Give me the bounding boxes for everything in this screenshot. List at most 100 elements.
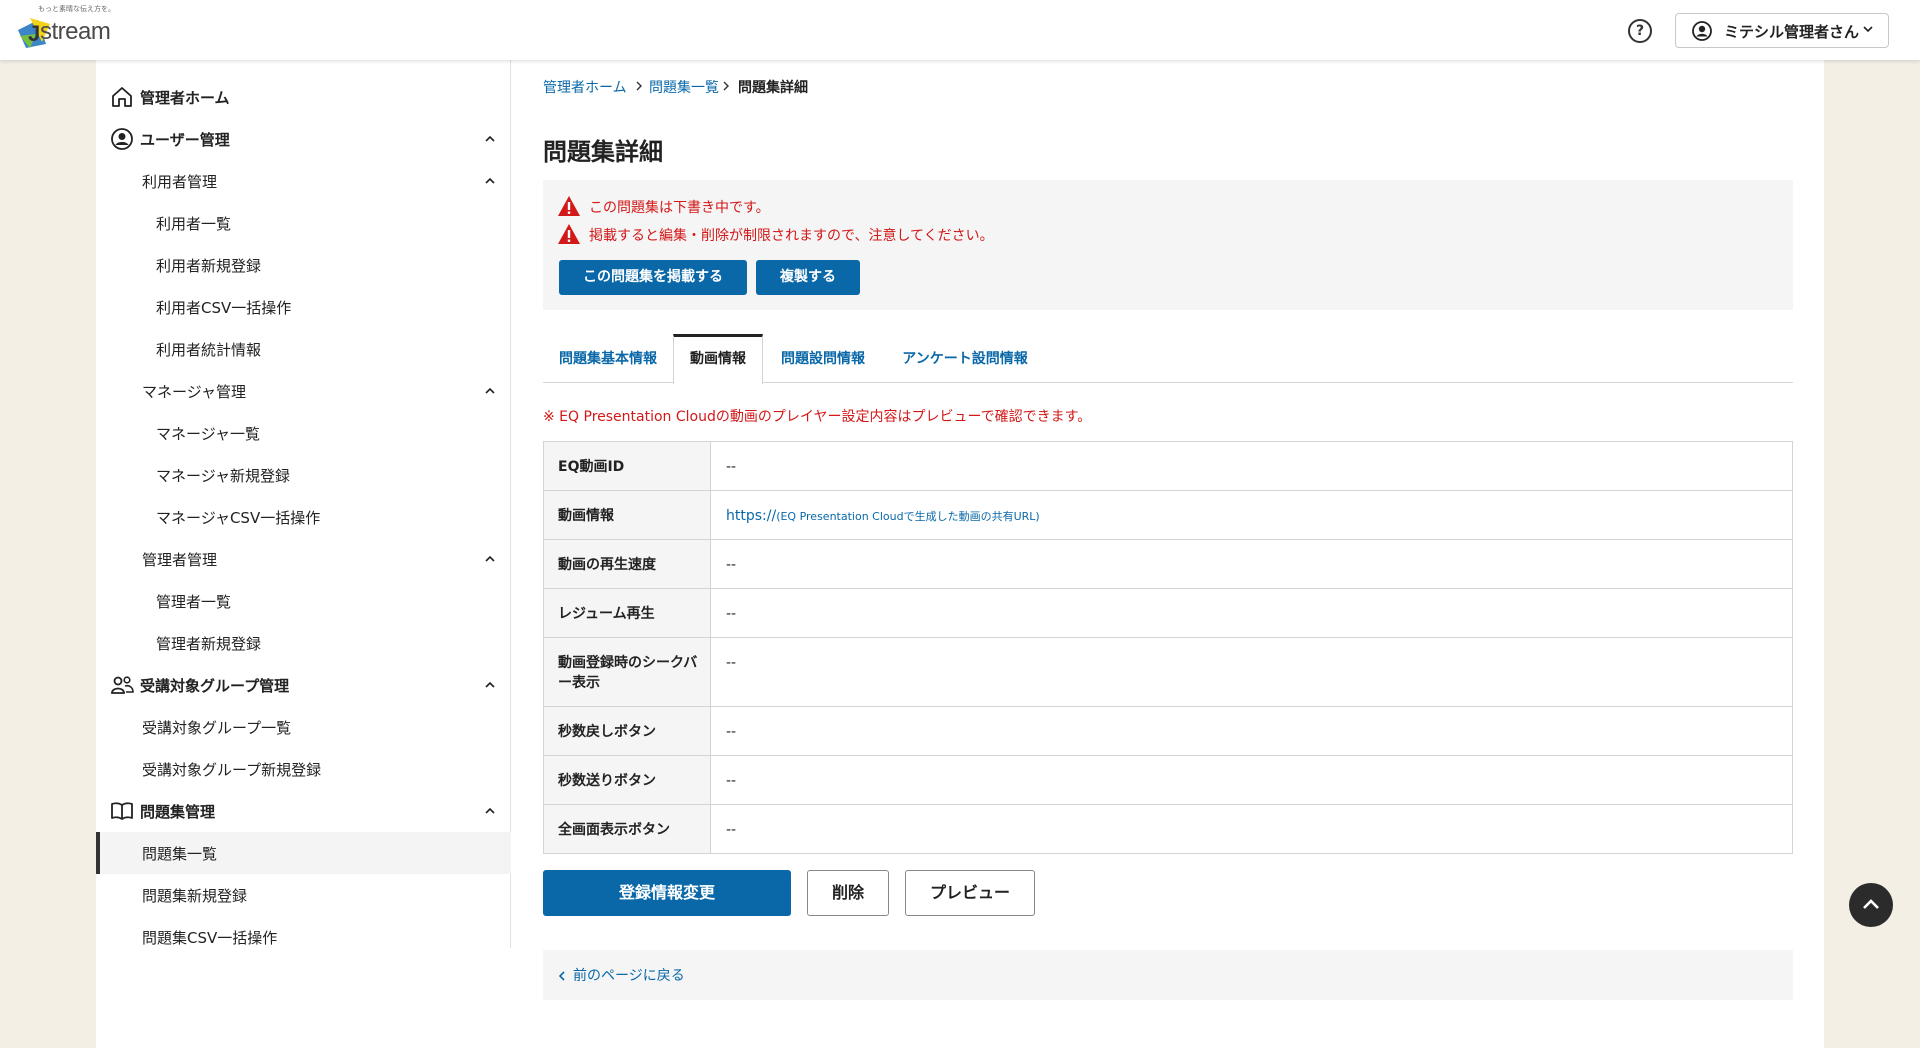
chevron-up-icon	[1863, 899, 1879, 909]
breadcrumb-link-workbook-list[interactable]: 問題集一覧	[649, 77, 719, 97]
sidebar-item-label: マネージャ一覧	[156, 425, 260, 443]
row-value: --	[726, 606, 737, 622]
warning-text: 掲載すると編集・削除が制限されますので、注意してください。	[589, 228, 994, 244]
sidebar-item-user-admin[interactable]: 利用者管理	[96, 160, 511, 202]
sidebar-item-group-new[interactable]: 受講対象グループ新規登録	[96, 748, 511, 790]
duplicate-button[interactable]: 複製する	[756, 260, 860, 295]
sidebar: 管理者ホーム ユーザー管理 利用者管理 利用者一覧 利用者新規登録 利用者CSV…	[96, 60, 511, 948]
row-header: 動画登録時のシークバー表示	[544, 638, 711, 706]
sidebar-item-manager-new[interactable]: マネージャ新規登録	[96, 454, 511, 496]
sidebar-item-label: 利用者管理	[142, 173, 218, 191]
row-value: https://(EQ Presentation Cloudで生成した動画の共有…	[726, 506, 1040, 527]
row-value: --	[726, 655, 737, 671]
row-label: 動画登録時のシークバー表示	[558, 655, 698, 691]
draft-notice: この問題集は下書き中です。 掲載すると編集・削除が制限されますので、注意してくだ…	[543, 180, 1793, 310]
user-circle-icon	[111, 128, 133, 150]
sidebar-item-user-stats[interactable]: 利用者統計情報	[96, 328, 511, 370]
publish-button[interactable]: この問題集を掲載する	[559, 260, 747, 295]
edit-registration-button[interactable]: 登録情報変更	[543, 870, 791, 916]
sidebar-item-user-list[interactable]: 利用者一覧	[96, 202, 511, 244]
chevron-left-icon	[558, 971, 565, 981]
user-menu-button[interactable]: ミテシル管理者さん	[1675, 13, 1889, 48]
warning-icon	[558, 196, 580, 216]
home-icon	[112, 87, 132, 107]
sidebar-item-manager-csv[interactable]: マネージャCSV一括操作	[96, 496, 511, 538]
table-row: レジューム再生 --	[544, 589, 1792, 638]
sidebar-item-workbook-new[interactable]: 問題集新規登録	[96, 874, 511, 916]
table-row: 全画面表示ボタン --	[544, 805, 1792, 853]
row-label: 動画の再生速度	[558, 557, 656, 573]
sidebar-item-user-csv[interactable]: 利用者CSV一括操作	[96, 286, 511, 328]
table-row: 秒数戻しボタン --	[544, 707, 1792, 756]
page-title: 問題集詳細	[543, 138, 663, 166]
row-label: レジューム再生	[558, 606, 655, 622]
chevron-up-icon	[485, 807, 495, 814]
video-url-hint[interactable]: (EQ Presentation Cloudで生成した動画の共有URL)	[776, 510, 1040, 523]
warning-text: この問題集は下書き中です。	[589, 200, 770, 216]
sidebar-item-group-list[interactable]: 受講対象グループ一覧	[96, 706, 511, 748]
row-value: --	[726, 822, 737, 838]
sidebar-item-workbook-csv[interactable]: 問題集CSV一括操作	[96, 916, 511, 958]
sidebar-item-admin-admin[interactable]: 管理者管理	[96, 538, 511, 580]
group-icon	[111, 676, 134, 694]
row-header: レジューム再生	[544, 589, 711, 637]
sidebar-item-admin-list[interactable]: 管理者一覧	[96, 580, 511, 622]
breadcrumb-link-admin-home[interactable]: 管理者ホーム	[543, 77, 627, 97]
row-label: EQ動画ID	[558, 459, 625, 475]
row-label: 秒数戻しボタン	[558, 724, 656, 740]
sidebar-item-label: 利用者統計情報	[156, 341, 262, 359]
sidebar-item-label: 利用者CSV一括操作	[156, 299, 292, 317]
sidebar-item-manager-admin[interactable]: マネージャ管理	[96, 370, 511, 412]
app-header: もっと素晴な伝え方を。 J stream ? ミテシル管理者さん	[0, 0, 1920, 60]
back-link-label: 前のページに戻る	[573, 968, 685, 984]
chevron-right-icon	[636, 81, 642, 91]
sidebar-item-label: マネージャ新規登録	[156, 467, 290, 485]
table-row: 秒数送りボタン --	[544, 756, 1792, 805]
jstream-logo[interactable]: もっと素晴な伝え方を。 J stream	[14, 4, 134, 54]
sidebar-item-manager-list[interactable]: マネージャ一覧	[96, 412, 511, 454]
sidebar-item-workbook-list[interactable]: 問題集一覧	[96, 832, 511, 874]
tab-survey-info[interactable]: アンケート設問情報	[883, 334, 1047, 383]
table-row: 動画の再生速度 --	[544, 540, 1792, 589]
sidebar-item-group-management[interactable]: 受講対象グループ管理	[96, 664, 511, 706]
sidebar-item-label: 受講対象グループ新規登録	[142, 761, 322, 779]
row-value: --	[726, 724, 737, 740]
video-url-link[interactable]: https://	[726, 508, 776, 524]
sidebar-item-user-new[interactable]: 利用者新規登録	[96, 244, 511, 286]
sidebar-item-label: ユーザー管理	[140, 131, 230, 149]
breadcrumb-current: 問題集詳細	[738, 80, 808, 96]
sidebar-item-workbook-management[interactable]: 問題集管理	[96, 790, 511, 832]
row-header: 秒数戻しボタン	[544, 707, 711, 755]
back-link[interactable]: 前のページに戻る	[557, 965, 685, 985]
player-settings-note: ※ EQ Presentation Cloudの動画のプレイヤー設定内容はプレビ…	[543, 409, 1092, 425]
sidebar-item-admin-home[interactable]: 管理者ホーム	[96, 76, 511, 118]
delete-button[interactable]: 削除	[807, 870, 889, 916]
chevron-up-icon	[485, 387, 495, 394]
help-icon[interactable]: ?	[1628, 19, 1652, 43]
row-header: 動画情報	[544, 491, 711, 539]
row-header: EQ動画ID	[544, 442, 711, 490]
sidebar-item-user-management[interactable]: ユーザー管理	[96, 118, 511, 160]
sidebar-item-label: 利用者一覧	[156, 215, 232, 233]
sidebar-item-label: 問題集新規登録	[142, 887, 248, 905]
logo-tagline: もっと素晴な伝え方を。	[38, 5, 115, 13]
table-row: 動画登録時のシークバー表示 --	[544, 638, 1792, 707]
chevron-up-icon	[485, 681, 495, 688]
scroll-to-top-button[interactable]	[1849, 883, 1893, 927]
user-name: ミテシル管理者さん	[1724, 23, 1860, 41]
tab-bar: 問題集基本情報 動画情報 問題設問情報 アンケート設問情報	[543, 334, 1793, 384]
video-info-table: EQ動画ID -- 動画情報 https://(EQ Presentation …	[543, 441, 1793, 854]
sidebar-item-admin-new[interactable]: 管理者新規登録	[96, 622, 511, 664]
chevron-up-icon	[485, 135, 495, 142]
tab-question-info[interactable]: 問題設問情報	[763, 334, 883, 383]
preview-button[interactable]: プレビュー	[905, 870, 1035, 916]
row-value: --	[726, 557, 737, 573]
tab-basic-info[interactable]: 問題集基本情報	[543, 334, 673, 383]
tab-video-info[interactable]: 動画情報	[673, 334, 763, 384]
sidebar-item-label: マネージャ管理	[142, 383, 246, 401]
sidebar-item-label: マネージャCSV一括操作	[156, 509, 321, 527]
row-header: 動画の再生速度	[544, 540, 711, 588]
svg-text:J: J	[28, 21, 40, 46]
chevron-up-icon	[485, 177, 495, 184]
row-label: 動画情報	[558, 508, 614, 524]
